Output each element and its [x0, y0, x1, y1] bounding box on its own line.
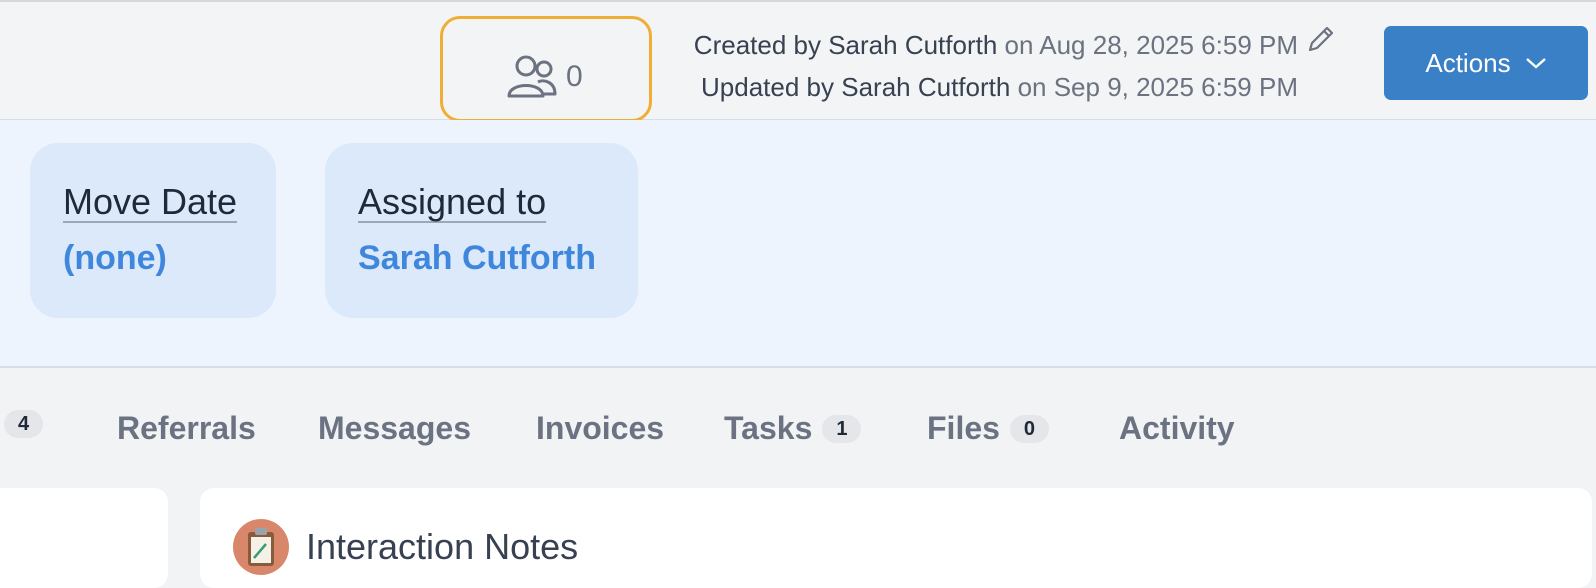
move-date-value[interactable]: (none): [63, 239, 167, 278]
tab-referrals[interactable]: Referrals: [117, 410, 256, 447]
focus-highlight: [440, 16, 652, 122]
tab-activity-label: Activity: [1119, 410, 1235, 446]
move-date-card[interactable]: Move Date (none): [30, 143, 276, 318]
record-tabs: 4 Referrals Messages Invoices Tasks 1 Fi…: [0, 370, 1596, 488]
interaction-notes-title: Interaction Notes: [306, 526, 579, 567]
tab-files[interactable]: Files 0: [927, 410, 1050, 447]
tab-activity[interactable]: Activity: [1119, 410, 1235, 447]
tab-partial-badge: 4: [4, 410, 44, 438]
pencil-icon[interactable]: [1306, 24, 1336, 59]
tab-invoices[interactable]: Invoices: [536, 410, 664, 447]
clipboard-icon: [232, 518, 290, 581]
updated-by-name: Sarah Cutforth: [841, 72, 1011, 102]
updated-prefix: Updated by: [701, 72, 834, 102]
chevron-down-icon: [1525, 58, 1546, 69]
record-header: 0 Created by Sarah Cutforth on Aug 28, 2…: [0, 0, 1596, 122]
move-date-label: Move Date: [63, 181, 238, 222]
interaction-notes-panel: Interaction Notes: [200, 488, 1592, 588]
actions-label: Actions: [1425, 47, 1511, 78]
tab-invoices-label: Invoices: [536, 410, 665, 446]
updated-line: Updated by Sarah Cutforth on Sep 9, 2025…: [618, 66, 1298, 108]
tab-files-label: Files: [927, 410, 1000, 446]
tab-tasks-label: Tasks: [724, 410, 813, 446]
tab-messages[interactable]: Messages: [318, 410, 471, 447]
created-by-name: Sarah Cutforth: [828, 30, 998, 60]
created-on-date: on Aug 28, 2025 6:59 PM: [1004, 30, 1298, 60]
updated-on-date: on Sep 9, 2025 6:59 PM: [1017, 72, 1298, 102]
tab-tasks-badge: 1: [822, 414, 862, 443]
tab-files-badge: 0: [1009, 414, 1050, 443]
tab-referrals-label: Referrals: [117, 410, 256, 446]
actions-button[interactable]: Actions: [1384, 26, 1588, 100]
tab-partial[interactable]: 4: [4, 410, 44, 438]
created-line: Created by Sarah Cutforth on Aug 28, 202…: [618, 24, 1298, 66]
side-panel: [0, 488, 168, 588]
created-prefix: Created by: [693, 30, 821, 60]
tab-messages-label: Messages: [318, 410, 471, 446]
assigned-to-value[interactable]: Sarah Cutforth: [358, 239, 596, 278]
record-meta: Created by Sarah Cutforth on Aug 28, 202…: [618, 24, 1298, 108]
assigned-to-card[interactable]: Assigned to Sarah Cutforth: [325, 143, 638, 318]
tab-tasks[interactable]: Tasks 1: [724, 410, 862, 447]
assigned-to-label: Assigned to: [358, 181, 547, 222]
